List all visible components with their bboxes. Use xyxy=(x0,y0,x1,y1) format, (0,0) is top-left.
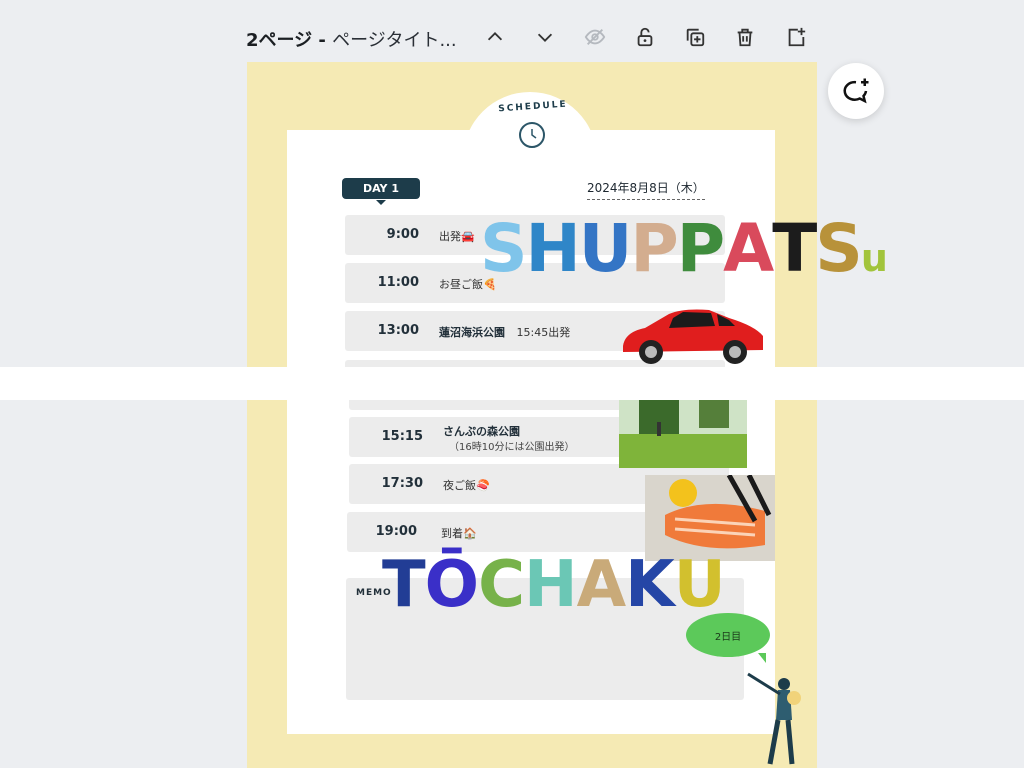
word2-letter: Ō xyxy=(424,548,479,622)
comment-add-icon xyxy=(843,78,869,104)
row-time: 15:15 xyxy=(381,429,423,444)
clock-icon xyxy=(519,122,545,148)
word1-letter: H xyxy=(525,210,581,287)
word2-letter: U xyxy=(673,548,726,622)
row-place: 出発🚘 xyxy=(439,230,475,243)
row-place: 夜ご飯🍣 xyxy=(443,479,490,492)
delete-page-button[interactable] xyxy=(730,22,760,52)
add-page-button[interactable] xyxy=(781,22,811,52)
add-comment-button[interactable] xyxy=(828,63,884,119)
row-note: （16時10分には公園出発） xyxy=(449,442,575,453)
duplicate-page-button[interactable] xyxy=(680,22,710,52)
row-time: 19:00 xyxy=(375,524,417,539)
row-time: 17:30 xyxy=(381,476,423,491)
row-time: 9:00 xyxy=(386,227,419,242)
row-time: 13:00 xyxy=(377,323,419,338)
word1-letter: P xyxy=(676,210,725,287)
trash-icon xyxy=(737,28,753,47)
row-place: 到着🏠 xyxy=(441,527,477,540)
page-toolbar: 2ページ - ページタイト... xyxy=(0,14,1024,60)
word2-letter: K xyxy=(625,548,675,622)
word2-letter: A xyxy=(576,548,627,622)
word1-letter: S xyxy=(815,210,863,287)
unlock-icon xyxy=(637,27,653,47)
tochaku-word[interactable]: TŌCHAKU xyxy=(382,548,726,622)
row-place: 蓮沼海浜公園 xyxy=(439,326,505,339)
row-note: 15:45出発 xyxy=(516,326,571,339)
chevron-down-icon xyxy=(537,33,553,42)
car-image[interactable] xyxy=(617,306,767,370)
shuppatsu-word[interactable]: SHUPPATSu xyxy=(480,210,888,287)
pointing-person-illustration[interactable] xyxy=(744,672,808,768)
hide-page-button[interactable] xyxy=(580,22,610,52)
design-canvas[interactable]: SCHEDULE DAY 1 2024年8月8日（木） 9:00 出発🚘 11:… xyxy=(247,62,817,768)
day-label: DAY 1 xyxy=(342,178,420,205)
page-title[interactable]: 2ページ - ページタイト... xyxy=(246,26,457,52)
row-place: さんぷの森公園 xyxy=(443,425,520,438)
add-page-icon xyxy=(788,27,806,47)
eye-off-icon xyxy=(584,29,606,45)
word2-letter: T xyxy=(382,548,426,622)
duplicate-icon xyxy=(686,28,705,47)
move-page-down-button[interactable] xyxy=(530,22,560,52)
word1-letter: T xyxy=(772,210,817,287)
move-page-up-button[interactable] xyxy=(480,22,510,52)
page-number-label: 2ページ - xyxy=(246,30,333,51)
word1-letter: U xyxy=(578,210,633,287)
page-title-text: ページタイト... xyxy=(332,30,457,51)
rendering-gap-band xyxy=(0,367,1024,400)
word2-letter: C xyxy=(478,548,525,622)
lock-page-button[interactable] xyxy=(630,22,660,52)
park-image[interactable] xyxy=(619,400,747,468)
schedule-date: 2024年8月8日（木） xyxy=(587,179,705,200)
row-time: 11:00 xyxy=(377,275,419,290)
word1-letter: u xyxy=(860,236,888,280)
speech-bubble[interactable]: 2日目 xyxy=(686,613,770,663)
word1-letter: S xyxy=(480,210,528,287)
word1-letter: A xyxy=(723,210,774,287)
word1-letter: P xyxy=(630,210,678,287)
word2-letter: H xyxy=(524,548,578,622)
chevron-up-icon xyxy=(487,32,503,41)
